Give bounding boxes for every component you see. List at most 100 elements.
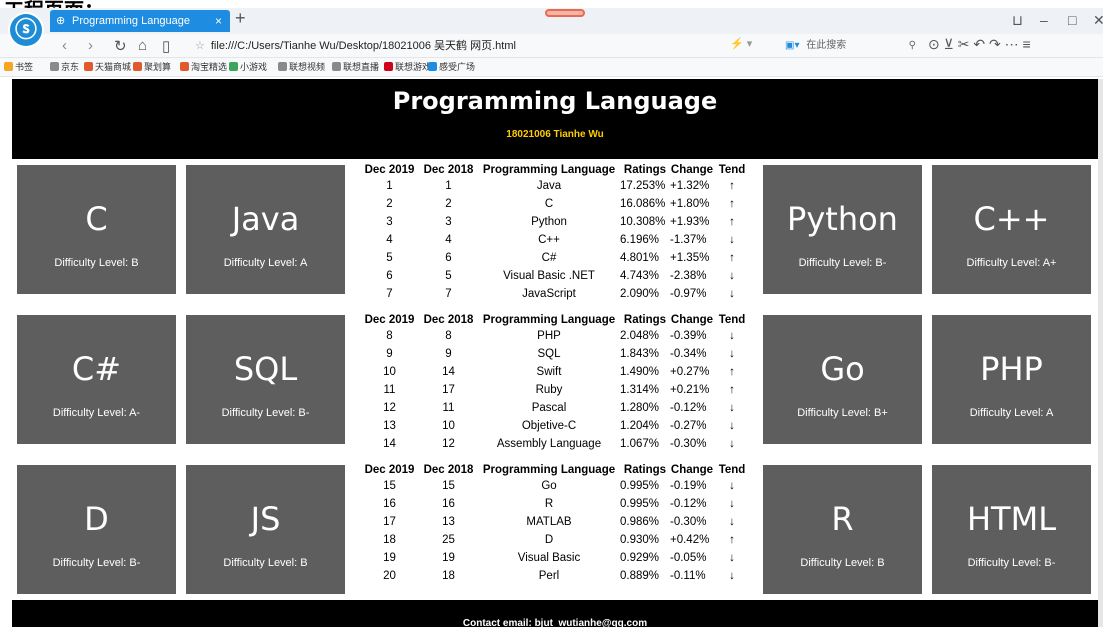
table-cell: 9: [445, 348, 452, 360]
bookmark-item[interactable]: 感受广场: [428, 58, 475, 77]
table-cell: -0.12%: [670, 498, 707, 510]
table-cell: 6.196%: [620, 234, 660, 246]
table-cell: -0.39%: [670, 330, 707, 342]
bookmark-item[interactable]: 小游戏: [229, 58, 267, 77]
table-header-row: Dec 2019 Dec 2018 Programming Language Rati…: [360, 163, 750, 177]
bookmark-label: 小游戏: [240, 62, 268, 72]
table-cell: 1.843%: [620, 348, 660, 360]
language-card: R Difficulty Level: B: [763, 465, 922, 594]
table-row: 16 16 R 0.995% -0.12% ↓: [360, 495, 750, 513]
table-cell: 9: [386, 348, 393, 360]
table-cell: +0.21%: [670, 384, 710, 396]
table-cell: -0.19%: [670, 480, 707, 492]
browser-toolbar-icons[interactable]: ⊙ ⊻ ✂ ↶ ↷ ⋯ ≡: [928, 36, 1031, 53]
table-row: 20 18 Perl 0.889% -0.11% ↓: [360, 567, 750, 585]
language-card: Go Difficulty Level: B+: [763, 315, 922, 444]
card-language-name: PHP: [980, 350, 1043, 388]
table-cell: ↓: [729, 552, 735, 564]
card-language-name: HTML: [966, 500, 1057, 538]
tab-title: Programming Language: [72, 15, 191, 27]
table-cell: ↓: [729, 270, 735, 282]
search-icon[interactable]: ⚲: [909, 37, 916, 55]
table-header-row: Dec 2019 Dec 2018 Programming Language Rati…: [360, 463, 750, 477]
table-cell: 18: [442, 570, 455, 582]
tab-close-icon[interactable]: ×: [215, 10, 222, 32]
bookmark-item[interactable]: 聚划算: [133, 58, 171, 77]
table-cell: 1: [386, 180, 393, 192]
forward-button[interactable]: ›: [88, 37, 93, 54]
column-header: Programming Language: [482, 314, 616, 326]
table-cell: ↑: [729, 180, 735, 192]
new-tab-button[interactable]: +: [235, 8, 246, 29]
bookmark-item[interactable]: 联想游戏: [384, 58, 431, 77]
maximize-button[interactable]: □: [1068, 12, 1076, 28]
table-cell: +1.32%: [670, 180, 710, 192]
card-difficulty: Difficulty Level: B: [54, 257, 139, 269]
table-cell: 25: [442, 534, 455, 546]
table-cell: 16: [383, 498, 396, 510]
column-header: Programming Language: [482, 164, 616, 176]
card-difficulty: Difficulty Level: B-: [967, 557, 1056, 569]
close-button[interactable]: ✕: [1093, 12, 1103, 29]
table-cell: 19: [442, 552, 455, 564]
bookmark-item[interactable]: 淘宝精选: [180, 58, 227, 77]
browser-tab[interactable]: ⊕ Programming Language ×: [50, 10, 230, 32]
table-cell: ↑: [729, 252, 735, 264]
table-row: 13 10 Objetive-C 1.204% -0.27% ↓: [360, 417, 750, 435]
restore-icon[interactable]: ⊔: [1012, 12, 1023, 29]
table-cell: SQL: [537, 348, 561, 360]
reload-button[interactable]: ↻: [114, 37, 127, 55]
globe-icon: ⊕: [56, 15, 66, 27]
bookmark-icon: [180, 62, 189, 71]
table-cell: 5: [445, 270, 452, 282]
table-row: 15 15 Go 0.995% -0.19% ↓: [360, 477, 750, 495]
bookmark-icon: [229, 62, 238, 71]
table-cell: 13: [442, 516, 455, 528]
table-cell: 0.995%: [620, 498, 660, 510]
home-button[interactable]: ⌂: [138, 37, 147, 54]
scrollbar[interactable]: [1098, 79, 1103, 627]
card-difficulty: Difficulty Level: B-: [52, 557, 141, 569]
table-row: 1 1 Java 17.253% +1.32% ↑: [360, 177, 750, 195]
security-icon[interactable]: ⚡ ▾: [730, 37, 752, 50]
drag-handle-icon[interactable]: [545, 9, 585, 17]
card-language-name: C#: [71, 350, 122, 388]
table-row: 8 8 PHP 2.048% -0.39% ↓: [360, 327, 750, 345]
table-cell: 17: [383, 516, 396, 528]
back-button[interactable]: ‹: [62, 37, 67, 54]
column-header: Change: [670, 314, 714, 326]
table-cell: 15: [383, 480, 396, 492]
table-cell: -0.30%: [670, 516, 707, 528]
card-language-name: R: [831, 500, 854, 538]
table-cell: 4: [386, 234, 393, 246]
card-difficulty: Difficulty Level: A+: [966, 257, 1057, 269]
table-cell: ↓: [729, 234, 735, 246]
table-cell: 11: [383, 384, 396, 396]
table-cell: 0.889%: [620, 570, 660, 582]
table-cell: 16: [442, 498, 455, 510]
card-language-name: Java: [231, 200, 300, 238]
reader-mode-icon[interactable]: ▯: [162, 37, 170, 55]
table-row: 3 3 Python 10.308% +1.93% ↑: [360, 213, 750, 231]
search-engine-icon[interactable]: ▣▾: [785, 40, 799, 51]
favorite-star-icon[interactable]: ☆: [195, 40, 205, 52]
table-cell: 12: [442, 438, 455, 450]
table-cell: 3: [386, 216, 393, 228]
table-cell: 2.090%: [620, 288, 660, 300]
bookmark-item[interactable]: 京东: [50, 58, 79, 77]
browser-logo-icon[interactable]: ⓢ: [10, 14, 42, 46]
bookmark-item[interactable]: 联想直播: [332, 58, 379, 77]
search-input[interactable]: ▣▾ 在此搜索 ⚲: [785, 37, 920, 55]
table-cell: 1.490%: [620, 366, 660, 378]
table-row: 11 17 Ruby 1.314% +0.21% ↑: [360, 381, 750, 399]
address-bar[interactable]: ☆ file:///C:/Users/Tianhe Wu/Desktop/1802…: [195, 37, 765, 55]
bookmark-icon: [4, 62, 13, 71]
bookmark-item[interactable]: 书签: [4, 58, 33, 77]
card-difficulty: Difficulty Level: A: [223, 257, 308, 269]
bookmark-item[interactable]: 天猫商城: [84, 58, 131, 77]
minimize-button[interactable]: –: [1040, 12, 1048, 28]
bookmark-item[interactable]: 联想视频: [278, 58, 325, 77]
language-card: HTML Difficulty Level: B-: [932, 465, 1091, 594]
page-footer: Contact email: bjut_wutianhe@qq.com: [12, 600, 1098, 627]
table-cell: 15: [442, 480, 455, 492]
